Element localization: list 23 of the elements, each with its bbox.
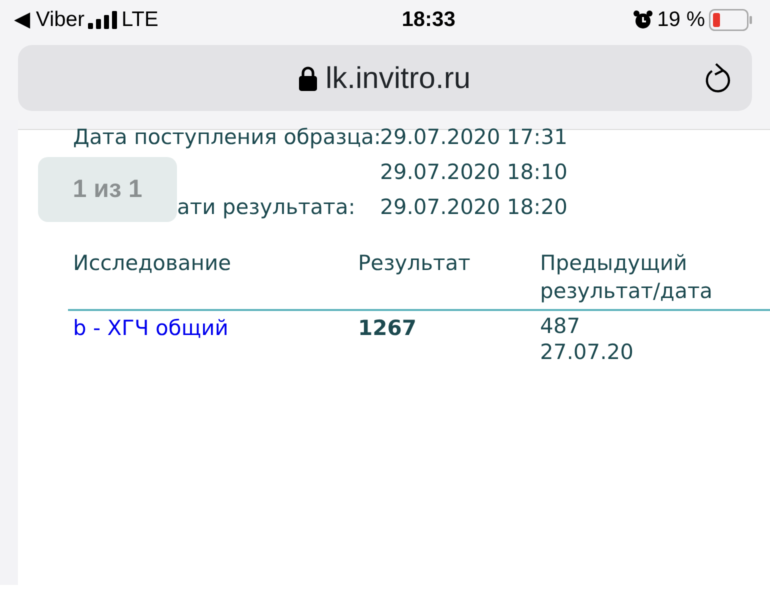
back-to-app-link[interactable]: ◀ Viber: [14, 4, 84, 36]
url-text: lk.invitro.ru: [325, 60, 471, 96]
signal-icon: [88, 11, 118, 29]
column-header: Предыдущий результат/дата: [540, 250, 714, 305]
previous-result: 27.07.20: [540, 340, 634, 364]
find-counter: 1 из 1: [38, 157, 177, 222]
alarm-clock-icon: [633, 10, 654, 30]
battery-percent: 19 %: [657, 7, 705, 34]
previous-result: 487: [540, 314, 580, 338]
column-header: Исследование: [73, 251, 232, 275]
field-value: 29.07.2020 18:10: [380, 159, 568, 186]
test-name-link[interactable]: b - ХГЧ общий: [73, 316, 228, 340]
field-label: Дата поступления образца:: [73, 125, 381, 149]
clock-time: 18:33: [402, 8, 456, 32]
lock-icon: [299, 66, 318, 90]
address-bar[interactable]: lk.invitro.ru: [18, 45, 752, 111]
field-value: 29.07.2020 17:31: [380, 124, 568, 151]
result-value: 1267: [358, 316, 416, 340]
field-value: 29.07.2020 18:20: [380, 194, 568, 221]
column-header: Результат: [358, 251, 470, 275]
field-label: ати результата:: [177, 195, 356, 219]
battery-icon: [709, 9, 752, 31]
network-type: LTE: [121, 7, 158, 34]
